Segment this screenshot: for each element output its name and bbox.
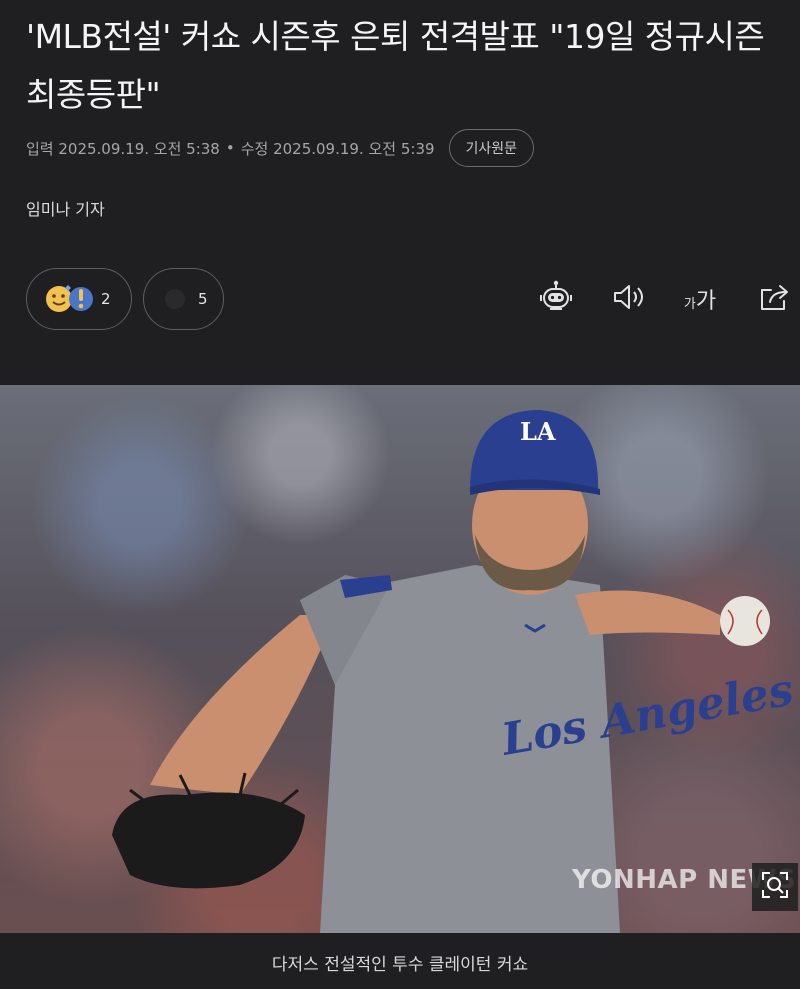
modified-date: 수정 2025.09.19. 오전 5:39 bbox=[240, 139, 435, 158]
speaker-icon bbox=[610, 281, 646, 317]
zoom-icon bbox=[760, 870, 790, 904]
share-button[interactable] bbox=[754, 280, 794, 318]
article-photo[interactable]: LA Los Angeles YONHAP NEWS bbox=[0, 385, 800, 933]
reaction-emoji-icon bbox=[43, 282, 95, 316]
original-article-button[interactable]: 기사원문 bbox=[448, 129, 535, 167]
pitcher-illustration: LA Los Angeles bbox=[112, 410, 797, 933]
text-to-speech-button[interactable] bbox=[608, 280, 648, 318]
published-date: 입력 2025.09.19. 오전 5:38 bbox=[26, 139, 220, 158]
share-icon bbox=[757, 281, 791, 317]
meta-separator: • bbox=[225, 139, 235, 157]
font-size-button[interactable]: 가 가 bbox=[678, 280, 722, 318]
comment-button[interactable]: 5 bbox=[143, 268, 224, 330]
font-size-small-label: 가 bbox=[683, 296, 696, 312]
robot-icon bbox=[537, 279, 575, 319]
font-size-large-label: 가 bbox=[695, 289, 717, 314]
photo-caption: 다저스 전설적인 투수 클레이턴 커쇼 bbox=[271, 955, 529, 975]
reporter-name: 임미나 기자 bbox=[26, 200, 105, 219]
comment-icon bbox=[162, 286, 188, 312]
reaction-count: 2 bbox=[101, 290, 111, 308]
comment-count: 5 bbox=[198, 290, 208, 308]
reaction-button[interactable]: 2 bbox=[26, 268, 132, 330]
cap-logo: LA bbox=[520, 417, 556, 446]
summary-robot-button[interactable] bbox=[536, 280, 576, 318]
article-title: 'MLB전설' 커쇼 시즌후 은퇴 전격발표 "19일 정규시즌 최종등판" bbox=[26, 17, 765, 114]
article-meta: 입력 2025.09.19. 오전 5:38 • 수정 2025.09.19. … bbox=[26, 128, 535, 168]
photo-zoom-button[interactable] bbox=[752, 863, 798, 911]
